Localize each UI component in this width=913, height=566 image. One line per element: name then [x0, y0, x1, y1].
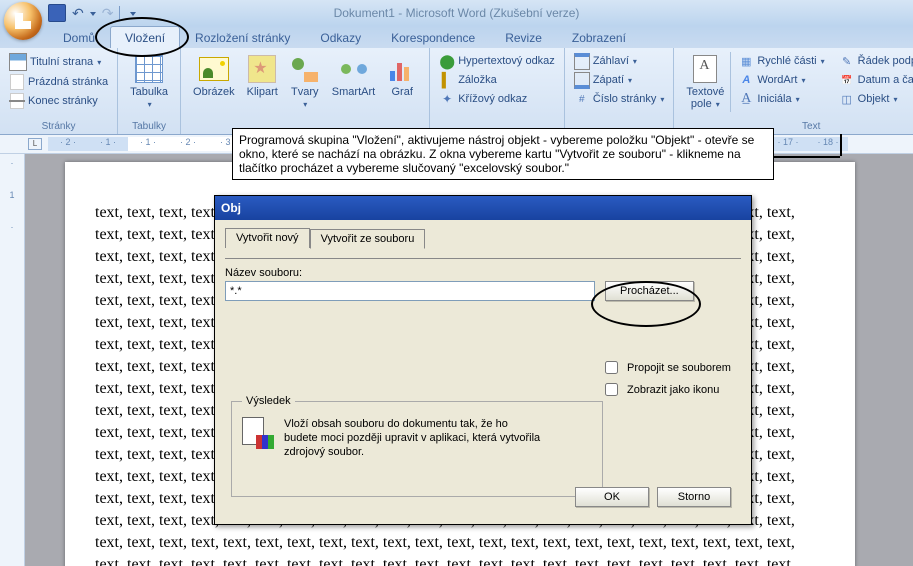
- undo-icon[interactable]: ↶: [72, 5, 84, 22]
- tab-create-from-file[interactable]: Vytvořit ze souboru: [310, 229, 426, 249]
- quick-parts-button[interactable]: ▦ Rychlé části▾: [735, 52, 827, 70]
- page-number-icon: #: [574, 91, 590, 107]
- result-icon: [242, 417, 274, 449]
- result-frame: Výsledek Vloží obsah souboru do dokument…: [231, 395, 603, 497]
- table-button[interactable]: Tabulka▾: [124, 52, 174, 112]
- page-break-button[interactable]: Konec stránky: [6, 92, 111, 110]
- date-time-icon: 📅: [839, 72, 855, 88]
- group-pages: Titulní strana▾ Prázdná stránka Konec st…: [0, 48, 118, 134]
- ok-button[interactable]: OK: [575, 487, 649, 507]
- footer-icon: [574, 72, 590, 89]
- display-as-icon-checkbox[interactable]: Zobrazit jako ikonu: [601, 380, 731, 399]
- tab-view[interactable]: Zobrazení: [557, 26, 641, 48]
- quick-access-toolbar: ↶ ↷: [48, 4, 136, 22]
- ribbon-tabs: Domů Vložení Rozložení stránky Odkazy Ko…: [0, 26, 913, 48]
- textbox-icon: [693, 55, 717, 83]
- window-title: Dokument1 - Microsoft Word (Zkušební ver…: [334, 6, 580, 20]
- group-header-footer: Záhlaví▾ Zápatí▾ # Číslo stránky▾: [565, 48, 675, 134]
- result-text: Vloží obsah souboru do dokumentu tak, že…: [284, 417, 544, 459]
- hyperlink-icon: ⬤: [439, 53, 455, 69]
- crossref-button[interactable]: ✦ Křížový odkaz: [436, 90, 558, 108]
- filename-label: Název souboru:: [225, 267, 741, 279]
- signature-icon: ✎: [839, 53, 855, 69]
- cancel-button[interactable]: Storno: [657, 487, 731, 507]
- office-button[interactable]: [4, 2, 42, 40]
- tab-references[interactable]: Odkazy: [305, 26, 376, 48]
- dropcap-button[interactable]: A̲ Iniciála▾: [735, 90, 827, 108]
- page-break-icon: [10, 93, 24, 109]
- dialog-title: Obj: [215, 196, 751, 220]
- crossref-icon: ✦: [439, 91, 455, 107]
- dialog-tabs: Vytvořit nový Vytvořit ze souboru: [225, 228, 741, 248]
- table-icon: [135, 55, 163, 83]
- header-button[interactable]: Záhlaví▾: [571, 52, 668, 70]
- vertical-ruler: ·1·: [0, 154, 25, 566]
- qat-separator: [119, 6, 124, 20]
- smartart-button[interactable]: SmartArt: [326, 52, 381, 112]
- picture-icon: [199, 57, 229, 81]
- result-title: Výsledek: [242, 395, 295, 407]
- hyperlink-button[interactable]: ⬤ Hypertextový odkaz: [436, 52, 558, 70]
- undo-dropdown-icon[interactable]: [90, 12, 96, 16]
- picture-button[interactable]: Obrázek: [187, 52, 241, 112]
- clipart-button[interactable]: Klipart: [241, 52, 284, 112]
- signature-line-button[interactable]: ✎ Řádek podpisu▾: [836, 52, 913, 70]
- group-text: Textovépole ▾ ▦ Rychlé části▾ A WordArt▾…: [674, 48, 913, 134]
- group-illustrations: Obrázek Klipart Tvary▾ SmartArt Graf: [181, 48, 430, 134]
- group-links: ⬤ Hypertextový odkaz ▍ Záložka ✦ Křížový…: [430, 48, 565, 134]
- cover-page-icon: [9, 53, 27, 71]
- object-button[interactable]: ◫ Objekt▾: [836, 90, 913, 108]
- header-icon: [574, 53, 590, 70]
- object-icon: ◫: [839, 91, 855, 107]
- tab-selector-icon[interactable]: L: [28, 138, 42, 150]
- bookmark-button[interactable]: ▍ Záložka: [436, 71, 558, 89]
- object-dialog: Obj Vytvořit nový Vytvořit ze souboru Ná…: [214, 195, 752, 525]
- blank-page-button[interactable]: Prázdná stránka: [6, 73, 111, 91]
- blank-page-icon: [10, 74, 24, 90]
- tab-home[interactable]: Domů: [48, 26, 110, 48]
- group-pages-title: Stránky: [6, 119, 111, 132]
- chart-button[interactable]: Graf: [381, 52, 423, 112]
- ribbon: Titulní strana▾ Prázdná stránka Konec st…: [0, 48, 913, 135]
- tab-mailings[interactable]: Korespondence: [376, 26, 490, 48]
- tab-review[interactable]: Revize: [490, 26, 557, 48]
- clipart-icon: [248, 55, 276, 83]
- group-tables-title: Tabulky: [124, 119, 174, 132]
- footer-button[interactable]: Zápatí▾: [571, 71, 668, 89]
- smartart-icon: [341, 56, 367, 82]
- dropcap-icon: A̲: [738, 91, 754, 107]
- page-number-button[interactable]: # Číslo stránky▾: [571, 90, 668, 108]
- wordart-icon: A: [738, 72, 754, 88]
- annotation-callout: Programová skupina "Vložení", aktivujeme…: [232, 128, 774, 180]
- tab-insert-label: Vložení: [125, 31, 165, 45]
- wordart-button[interactable]: A WordArt▾: [735, 71, 827, 89]
- bookmark-icon: ▍: [439, 72, 455, 88]
- qat-customize-icon[interactable]: [130, 12, 136, 16]
- shapes-icon: [292, 56, 318, 82]
- redo-icon[interactable]: ↷: [102, 5, 114, 22]
- filename-input[interactable]: [225, 281, 595, 301]
- cover-page-button[interactable]: Titulní strana▾: [6, 52, 111, 72]
- quick-parts-icon: ▦: [738, 53, 754, 69]
- title-bar: ↶ ↷ Dokument1 - Microsoft Word (Zkušební…: [0, 0, 913, 26]
- tab-insert[interactable]: Vložení: [110, 26, 180, 48]
- browse-button[interactable]: Procházet...: [605, 281, 694, 301]
- tab-layout[interactable]: Rozložení stránky: [180, 26, 305, 48]
- save-icon[interactable]: [48, 4, 66, 22]
- chart-icon: [390, 57, 414, 81]
- shapes-button[interactable]: Tvary▾: [284, 52, 326, 112]
- tab-create-new[interactable]: Vytvořit nový: [225, 228, 310, 248]
- link-to-file-checkbox[interactable]: Propojit se souborem: [601, 358, 731, 377]
- group-tables: Tabulka▾ Tabulky: [118, 48, 181, 134]
- textbox-button[interactable]: Textovépole ▾: [680, 52, 731, 112]
- date-time-button[interactable]: 📅 Datum a čas: [836, 71, 913, 89]
